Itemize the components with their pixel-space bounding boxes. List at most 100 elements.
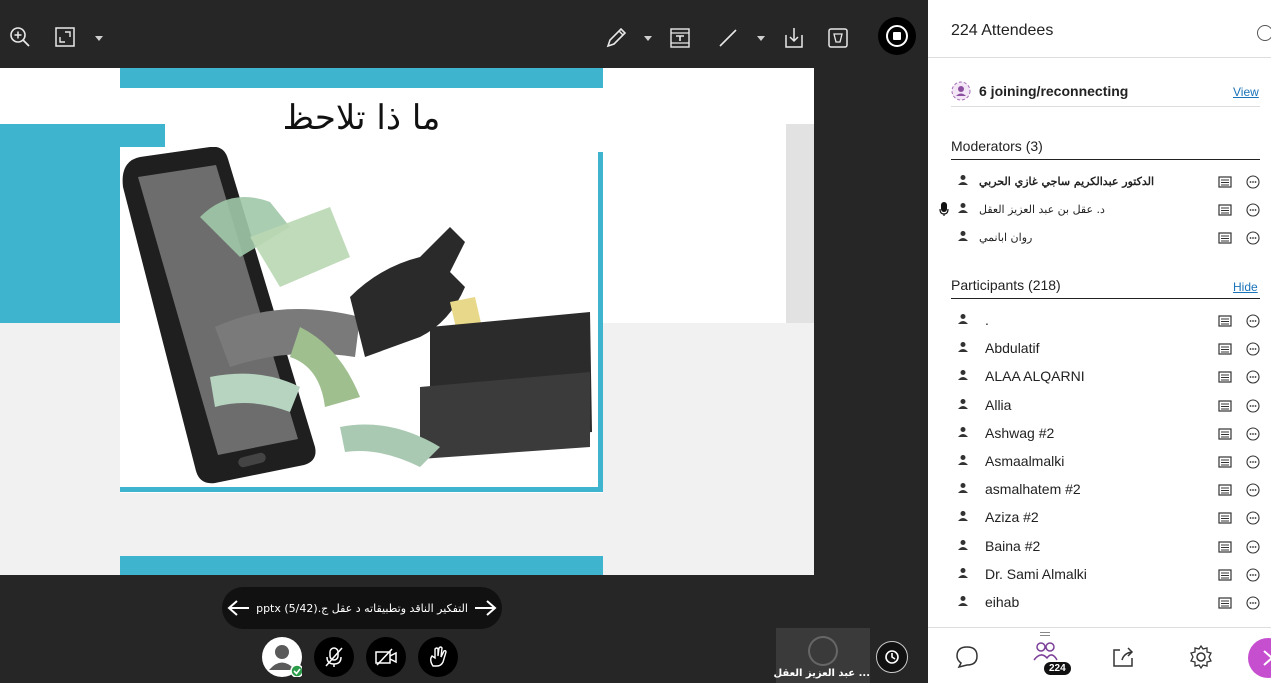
next-slide-button[interactable]	[468, 599, 502, 617]
microphone-icon	[939, 201, 949, 221]
more-options-icon[interactable]	[1246, 567, 1260, 586]
more-options-icon[interactable]	[1246, 482, 1260, 501]
participant-name: asmalhatem #2	[985, 481, 1081, 498]
more-options-icon[interactable]	[1246, 595, 1260, 614]
view-link[interactable]: View	[1233, 85, 1259, 99]
share-icon[interactable]	[1108, 642, 1138, 672]
more-options-icon[interactable]	[1246, 398, 1260, 417]
list-icon[interactable]	[1218, 398, 1232, 417]
accent-bar-bottom	[120, 556, 603, 575]
moderator-row[interactable]: الدكتور عبدالكريم ساجي غازي الحربي	[951, 167, 1260, 195]
footer-handle	[1040, 632, 1050, 636]
text-icon[interactable]	[667, 25, 693, 51]
attendees-icon[interactable]: 224	[1030, 638, 1071, 675]
more-options-icon[interactable]	[1257, 25, 1271, 41]
moderator-row[interactable]: د. عقل بن عبد العزيز العقل	[939, 195, 1260, 223]
moderator-name: د. عقل بن عبد العزيز العقل	[979, 202, 1105, 216]
more-options-icon[interactable]	[1246, 454, 1260, 473]
person-icon	[957, 369, 971, 383]
more-options-icon[interactable]	[1246, 341, 1260, 360]
chevron-down-icon[interactable]	[644, 36, 652, 41]
participant-name: Abdulatif	[985, 340, 1040, 357]
mic-off-icon[interactable]	[314, 637, 354, 677]
person-icon	[957, 567, 971, 581]
participant-name: Baina #2	[985, 537, 1041, 554]
list-icon[interactable]	[1218, 174, 1232, 193]
list-icon[interactable]	[1218, 341, 1232, 360]
avatar-available-icon[interactable]	[262, 637, 302, 677]
participant-row[interactable]: Abdulatif	[951, 334, 1260, 362]
zoom-in-icon[interactable]	[8, 25, 32, 49]
raise-hand-icon[interactable]	[418, 637, 458, 677]
joining-icon	[951, 81, 971, 101]
more-options-icon[interactable]	[1246, 426, 1260, 445]
more-options-icon[interactable]	[1246, 510, 1260, 529]
more-options-icon[interactable]	[1246, 174, 1260, 193]
participant-row[interactable]: Allia	[951, 391, 1260, 419]
list-icon[interactable]	[1218, 595, 1232, 614]
list-icon[interactable]	[1218, 230, 1232, 249]
person-icon	[957, 454, 971, 468]
list-icon[interactable]	[1218, 426, 1232, 445]
participant-name: Allia	[985, 396, 1012, 413]
clear-icon[interactable]	[825, 25, 851, 51]
accent-frame-bottom	[120, 487, 603, 492]
person-icon	[957, 341, 971, 355]
accent-bar-top	[120, 68, 603, 88]
list-icon[interactable]	[1218, 510, 1232, 529]
person-icon	[957, 482, 971, 496]
video-tile[interactable]: ... عبد العزيز العقل	[773, 628, 870, 683]
person-icon	[957, 398, 971, 412]
list-icon[interactable]	[1218, 482, 1232, 501]
list-icon[interactable]	[1218, 539, 1232, 558]
expand-icon[interactable]	[53, 25, 77, 49]
list-icon[interactable]	[1218, 202, 1232, 221]
camera-off-icon[interactable]	[366, 637, 406, 677]
participant-row[interactable]: Baina #2	[951, 532, 1260, 560]
pencil-icon[interactable]	[603, 25, 629, 51]
clock-icon[interactable]	[876, 641, 908, 673]
participant-row[interactable]: ALAA ALQARNI	[951, 362, 1260, 390]
participant-row[interactable]: .	[951, 306, 1260, 334]
list-icon[interactable]	[1218, 454, 1232, 473]
person-icon	[957, 595, 971, 609]
panel-title: 224 Attendees	[951, 22, 1054, 39]
slide-title: ما ذا تلاحظ	[282, 98, 441, 138]
page-indicator: (5/42)	[284, 601, 318, 615]
participant-row[interactable]: Dr. Sami Almalki	[951, 560, 1260, 588]
slide-navigation: التفكير الناقد وتطبيقاته د عقل ج.pptx (5…	[222, 587, 502, 629]
list-icon[interactable]	[1218, 567, 1232, 586]
previous-slide-button[interactable]	[222, 599, 256, 617]
hide-link[interactable]: Hide	[1233, 280, 1258, 294]
gear-icon[interactable]	[1186, 642, 1216, 672]
more-options-icon[interactable]	[1246, 369, 1260, 388]
list-icon[interactable]	[1218, 369, 1232, 388]
line-icon[interactable]	[715, 25, 741, 51]
download-icon[interactable]	[781, 25, 807, 51]
collapse-panel-button[interactable]	[1248, 638, 1271, 678]
moderator-row[interactable]: روان ابانمي	[951, 223, 1260, 251]
more-options-icon[interactable]	[1246, 230, 1260, 249]
chevron-down-icon[interactable]	[95, 36, 103, 41]
joining-text: 6 joining/reconnecting	[979, 83, 1129, 99]
participant-row[interactable]: asmalhatem #2	[951, 475, 1260, 503]
list-icon[interactable]	[1218, 313, 1232, 332]
more-options-icon[interactable]	[1246, 539, 1260, 558]
person-icon	[957, 230, 971, 244]
participant-row[interactable]: Aziza #2	[951, 503, 1260, 531]
person-icon	[957, 426, 971, 440]
attendees-badge: 224	[1044, 662, 1071, 675]
participant-row[interactable]: eihab	[951, 588, 1260, 616]
video-name: ... عبد العزيز العقل	[773, 668, 870, 679]
chevron-down-icon[interactable]	[757, 36, 765, 41]
participant-row[interactable]: Ashwag #2	[951, 419, 1260, 447]
more-options-icon[interactable]	[1246, 313, 1260, 332]
panel-footer: 224	[928, 627, 1271, 683]
chat-icon[interactable]	[952, 642, 982, 672]
slide-area: ما ذا تلاحظ	[0, 68, 814, 575]
stop-share-icon[interactable]	[878, 17, 916, 55]
participants-heading: Participants (218)	[951, 277, 1260, 299]
file-title: التفكير الناقد وتطبيقاته د عقل ج.pptx (5…	[256, 601, 468, 615]
participant-row[interactable]: Asmaalmalki	[951, 447, 1260, 475]
more-options-icon[interactable]	[1246, 202, 1260, 221]
